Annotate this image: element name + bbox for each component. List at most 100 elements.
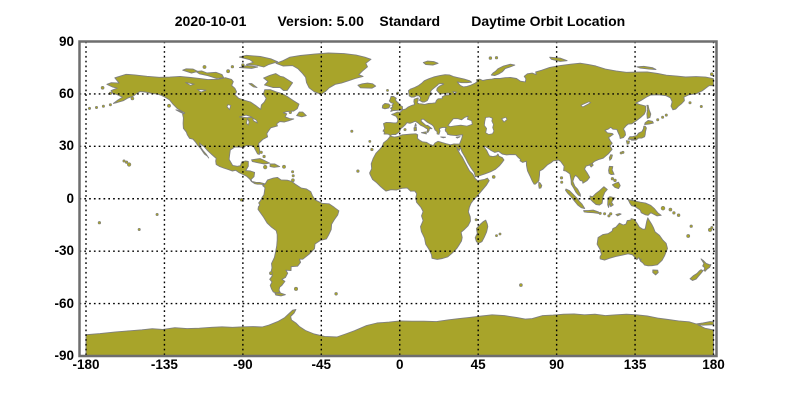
island-speck [371, 148, 374, 151]
island-speck [167, 104, 170, 107]
landmass-southampton [249, 84, 257, 88]
island-speck [263, 155, 266, 158]
landmass-svalbard [423, 61, 438, 65]
island-speck [291, 179, 294, 182]
island-speck [669, 208, 672, 211]
plot-canvas: 2020-10-01 Version: 5.00 Standard Daytim… [0, 0, 800, 400]
y-tick-label: 90 [28, 34, 74, 49]
y-tick-label: 60 [28, 86, 74, 101]
island-speck [690, 225, 693, 228]
x-tick-label: 180 [702, 357, 725, 372]
island-speck [700, 105, 702, 107]
island-speck [369, 140, 371, 142]
island-speck [495, 235, 497, 237]
landmass-iceland [358, 83, 376, 88]
landmass-nz-north-island [701, 259, 711, 271]
x-tick-label: -180 [72, 357, 99, 372]
landmass-mindanao [612, 182, 620, 188]
island-speck [603, 213, 605, 215]
landmass-hispaniola [270, 164, 280, 167]
landmass-sri-lanka [539, 182, 542, 188]
island-speck [711, 226, 713, 228]
island-speck [475, 219, 477, 221]
landmass-baffin [264, 74, 293, 91]
landmass-sicily [421, 132, 426, 134]
island-speck [677, 214, 680, 217]
landmass-cuba [252, 159, 270, 164]
island-speck [291, 171, 293, 173]
landmass-cyprus [456, 137, 460, 138]
landmass-crete [441, 137, 446, 138]
landmass-ireland [382, 104, 390, 109]
x-tick-label: -135 [151, 357, 178, 372]
landmass-banks-island [183, 69, 198, 73]
landmass-novaya-zemlya [491, 64, 515, 75]
island-speck [561, 181, 563, 183]
island-speck [351, 130, 353, 132]
island-speck [519, 284, 522, 287]
landmass-newfoundland [297, 112, 307, 117]
x-tick-label: 135 [624, 357, 647, 372]
island-speck [495, 56, 498, 59]
island-speck [492, 175, 495, 178]
island-speck [608, 215, 610, 217]
island-speck [499, 233, 501, 235]
island-speck [127, 163, 131, 167]
landmass-afro-eurasia [370, 63, 714, 259]
x-tick-label: 45 [471, 357, 486, 372]
landmass-timor [616, 214, 621, 216]
island-speck [560, 177, 563, 180]
island-speck [282, 165, 285, 168]
landmass-australia [597, 218, 667, 266]
island-speck [489, 57, 492, 60]
island-speck [263, 165, 267, 169]
island-speck [661, 206, 665, 210]
island-speck [125, 161, 128, 164]
island-speck [292, 175, 294, 177]
island-speck [203, 65, 206, 68]
island-speck [227, 70, 230, 73]
island-speck [102, 105, 104, 107]
x-tick-label: 0 [396, 357, 404, 372]
island-speck [231, 65, 234, 68]
landmass-victoria-island [196, 71, 224, 78]
landmass-hokkaido [645, 121, 654, 125]
x-tick-label: 90 [549, 357, 564, 372]
island-speck [611, 177, 614, 180]
island-speck [109, 104, 111, 106]
island-speck [620, 152, 622, 154]
island-speck [101, 86, 104, 89]
island-speck [357, 170, 360, 173]
island-speck [614, 179, 617, 182]
island-speck [294, 287, 297, 290]
landmass-sardinia [414, 127, 417, 131]
landmass-java [584, 210, 600, 214]
island-speck [665, 114, 667, 116]
island-speck [138, 228, 140, 230]
landmass-corsica [415, 124, 417, 127]
landmass-new-siberian-islands [637, 66, 656, 69]
island-speck [386, 89, 388, 91]
landmass-south-america [258, 177, 339, 293]
landmass-honshu [628, 126, 646, 140]
landmass-severnaya-zemlya [550, 57, 567, 61]
landmass-hainan [589, 164, 593, 167]
island-speck [404, 128, 406, 130]
island-speck [661, 116, 663, 118]
island-speck [88, 107, 90, 109]
landmass-shikoku [631, 139, 635, 140]
y-tick-label: 0 [28, 191, 74, 206]
island-speck [260, 151, 263, 154]
island-speck [131, 97, 134, 100]
island-speck [269, 272, 272, 275]
island-speck [689, 102, 691, 104]
island-speck [123, 160, 125, 162]
landmass-madagascar [475, 220, 488, 243]
island-speck [156, 213, 158, 215]
island-speck [95, 106, 97, 108]
landmass-sakhalin [647, 105, 651, 118]
landmass-kyushu [626, 141, 629, 145]
landmass-tierra-del-fuego [275, 293, 286, 296]
island-speck [657, 119, 659, 121]
landmass-borneo [590, 187, 607, 205]
